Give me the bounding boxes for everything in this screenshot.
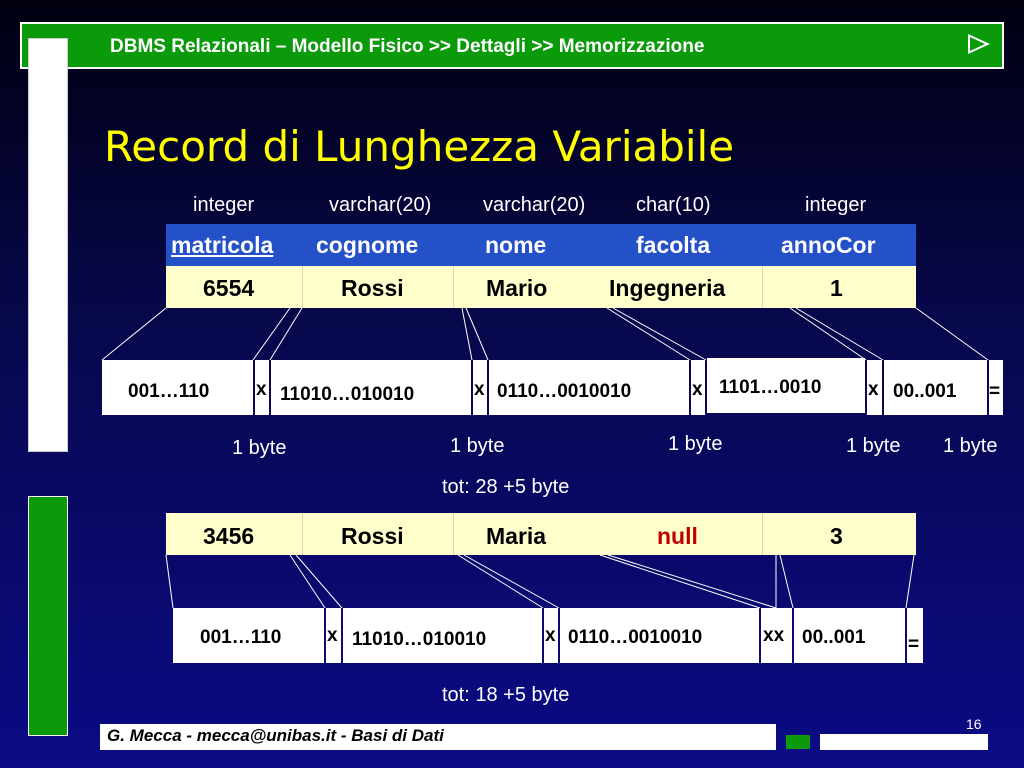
record2-byte-2: 11010…010010 [352,629,487,650]
byte-label-1: 1 byte [232,437,287,459]
record2-matricola: 3456 [203,523,255,549]
byte-label-5: 1 byte [943,435,998,457]
record1-byte-2: 11010…010010 [280,384,415,405]
record1-x-4: x [868,379,879,400]
record2-total: tot: 18 +5 byte [442,684,570,706]
byte-label-2: 1 byte [450,435,505,457]
record1-byte-4: 1101…0010 [719,377,822,398]
footer-text: G. Mecca - mecca@unibas.it - Basi di Dat… [107,726,444,745]
byte-label-3: 1 byte [668,433,723,455]
page-number: 16 [966,716,982,732]
record2-byte-1: 001…110 [200,627,282,648]
footer-green-block [786,735,810,749]
record2-equals: = [908,634,920,655]
record2-nome: Maria [486,523,547,549]
record1-byte-3: 0110…0010010 [497,381,632,402]
record1-equals: = [989,381,1001,402]
record1-x-1: x [256,379,267,400]
record2-facolta-null: null [657,523,698,549]
footer-white-block [820,734,988,750]
record2-byte-5: 00..001 [802,627,866,648]
record1-byte-5: 00..001 [893,381,957,402]
record1-total: tot: 28 +5 byte [442,476,570,498]
record2-x-2: x [545,625,556,646]
record2-byte-3: 0110…0010010 [568,627,703,648]
record2-annocor: 3 [830,523,843,549]
byte-label-4: 1 byte [846,435,901,457]
record1-byte-1: 001…110 [128,381,210,402]
record1-x-3: x [692,379,703,400]
record2-x-1: x [327,625,338,646]
record1-x-2: x [474,379,485,400]
record2-xx: xx [763,625,785,646]
record2-cognome: Rossi [341,523,404,549]
